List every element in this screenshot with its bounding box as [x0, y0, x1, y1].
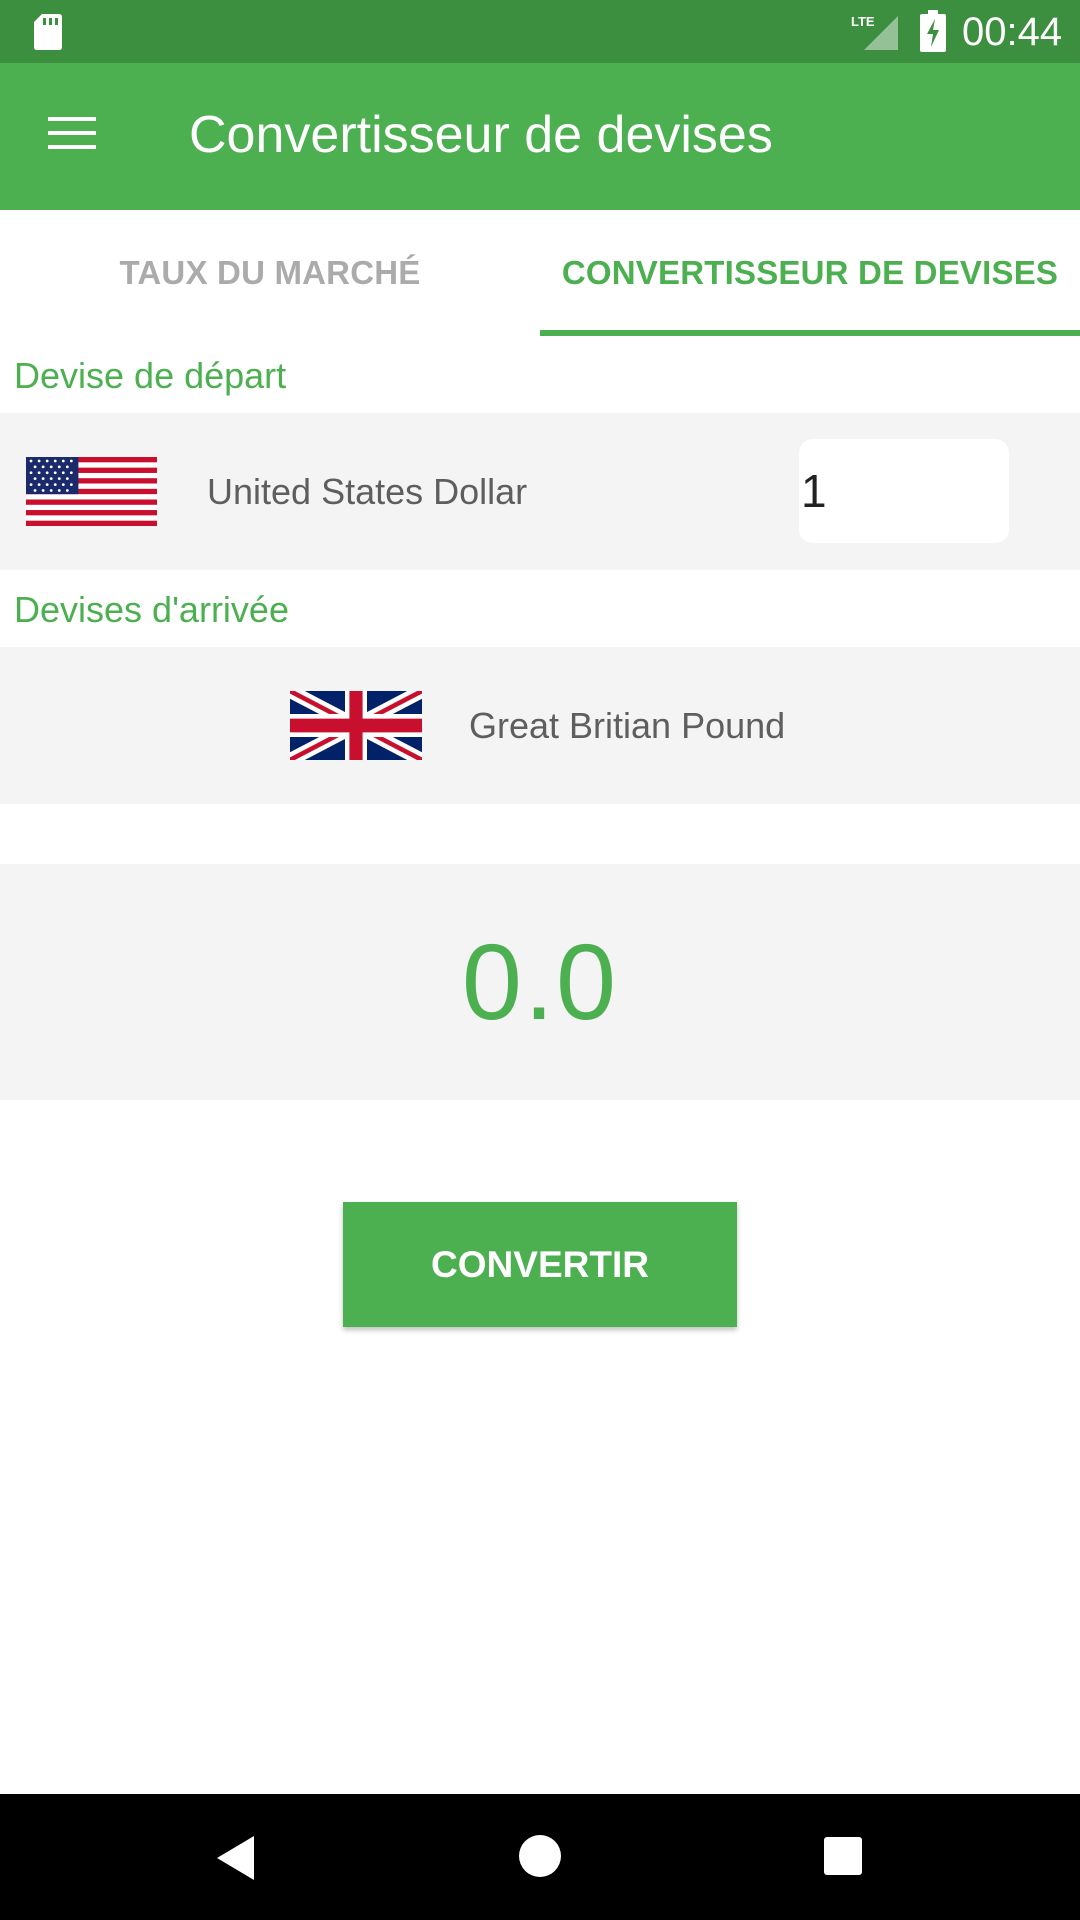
tab-bar: TAUX DU MARCHÉ CONVERTISSEUR DE DEVISES	[0, 210, 1080, 336]
active-tab-indicator	[540, 330, 1080, 336]
result-panel: 0.0	[0, 864, 1080, 1100]
tab-currency-converter[interactable]: CONVERTISSEUR DE DEVISES	[540, 210, 1080, 336]
svg-text:LTE: LTE	[851, 14, 875, 29]
to-currency-row[interactable]: Great Britian Pound	[0, 647, 1080, 804]
to-currency-name[interactable]: Great Britian Pound	[469, 704, 785, 748]
status-bar: LTE 00:44	[0, 0, 1080, 63]
amount-input[interactable]	[799, 439, 1009, 543]
from-currency-name[interactable]: United States Dollar	[207, 470, 527, 514]
status-clock: 00:44	[962, 10, 1063, 54]
tab-market-rates[interactable]: TAUX DU MARCHÉ	[0, 210, 540, 336]
app-title: Convertisseur de devises	[189, 106, 773, 164]
uk-flag-icon	[290, 691, 422, 760]
app-bar: Convertisseur de devises	[0, 63, 1080, 210]
system-nav-bar	[0, 1794, 1080, 1920]
home-icon[interactable]	[518, 1834, 562, 1878]
battery-charging-icon	[920, 10, 946, 52]
menu-icon[interactable]	[46, 113, 98, 153]
conversion-result: 0.0	[461, 921, 619, 1042]
from-currency-row[interactable]: United States Dollar	[0, 413, 1080, 570]
convert-button[interactable]: CONVERTIR	[343, 1202, 737, 1327]
us-flag-icon	[26, 457, 157, 526]
to-currency-label: Devises d'arrivée	[14, 589, 289, 630]
recents-icon[interactable]	[823, 1836, 863, 1876]
from-currency-label: Devise de départ	[14, 355, 287, 396]
sd-card-icon	[34, 14, 62, 50]
back-icon[interactable]	[214, 1834, 258, 1882]
lte-signal-icon: LTE	[851, 14, 898, 50]
